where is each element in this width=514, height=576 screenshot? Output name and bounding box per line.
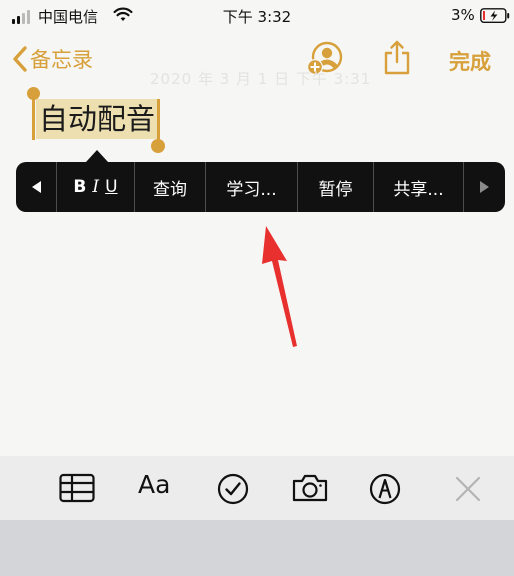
- camera-icon[interactable]: [291, 473, 329, 507]
- arrow-right-icon: [480, 181, 489, 193]
- italic-label: I: [92, 177, 100, 197]
- markup-icon[interactable]: [369, 473, 401, 509]
- battery-charging-icon: [480, 8, 510, 28]
- menu-item-share[interactable]: 共享...: [374, 162, 463, 212]
- done-button[interactable]: 完成: [449, 46, 491, 76]
- menu-item-lookup[interactable]: 查询: [135, 162, 205, 212]
- underline-label: U: [105, 177, 118, 197]
- selection-start-bar: [32, 96, 35, 140]
- status-time: 下午 3:32: [222, 8, 292, 26]
- format-biu-button[interactable]: B I U: [57, 162, 134, 212]
- arrow-left-icon: [31, 181, 41, 193]
- bottom-toolbar: Aa: [0, 456, 514, 522]
- battery-percent: 3%: [451, 6, 475, 24]
- share-icon[interactable]: [382, 40, 412, 80]
- menu-item-pause[interactable]: 暂停: [298, 162, 373, 212]
- red-arrow-annotation: [250, 222, 310, 356]
- menu-prev-button[interactable]: [16, 162, 56, 212]
- status-bar: 中国电信 下午 3:32 3%: [0, 0, 514, 34]
- selection-end-handle[interactable]: [151, 139, 165, 153]
- menu-item-learn[interactable]: 学习...: [206, 162, 297, 212]
- back-label: 备忘录: [30, 48, 93, 72]
- selected-note-text[interactable]: 自动配音: [36, 99, 159, 139]
- note-date-header: 2020 年 3 月 1 日 下午 3:31: [150, 70, 372, 88]
- close-icon[interactable]: [454, 475, 482, 507]
- selection-end-bar: [157, 99, 160, 142]
- checklist-icon[interactable]: [217, 473, 249, 509]
- bold-label: B: [73, 177, 87, 197]
- format-text-button[interactable]: Aa: [138, 470, 170, 499]
- menu-next-button[interactable]: [464, 162, 505, 212]
- table-icon[interactable]: [59, 473, 95, 507]
- chevron-left-icon: [13, 46, 27, 72]
- keyboard-area: [0, 520, 514, 576]
- back-button[interactable]: 备忘录: [12, 44, 93, 74]
- edit-menu: B I U 查询 学习... 暂停 共享...: [16, 162, 505, 212]
- edit-menu-pointer: [86, 150, 108, 162]
